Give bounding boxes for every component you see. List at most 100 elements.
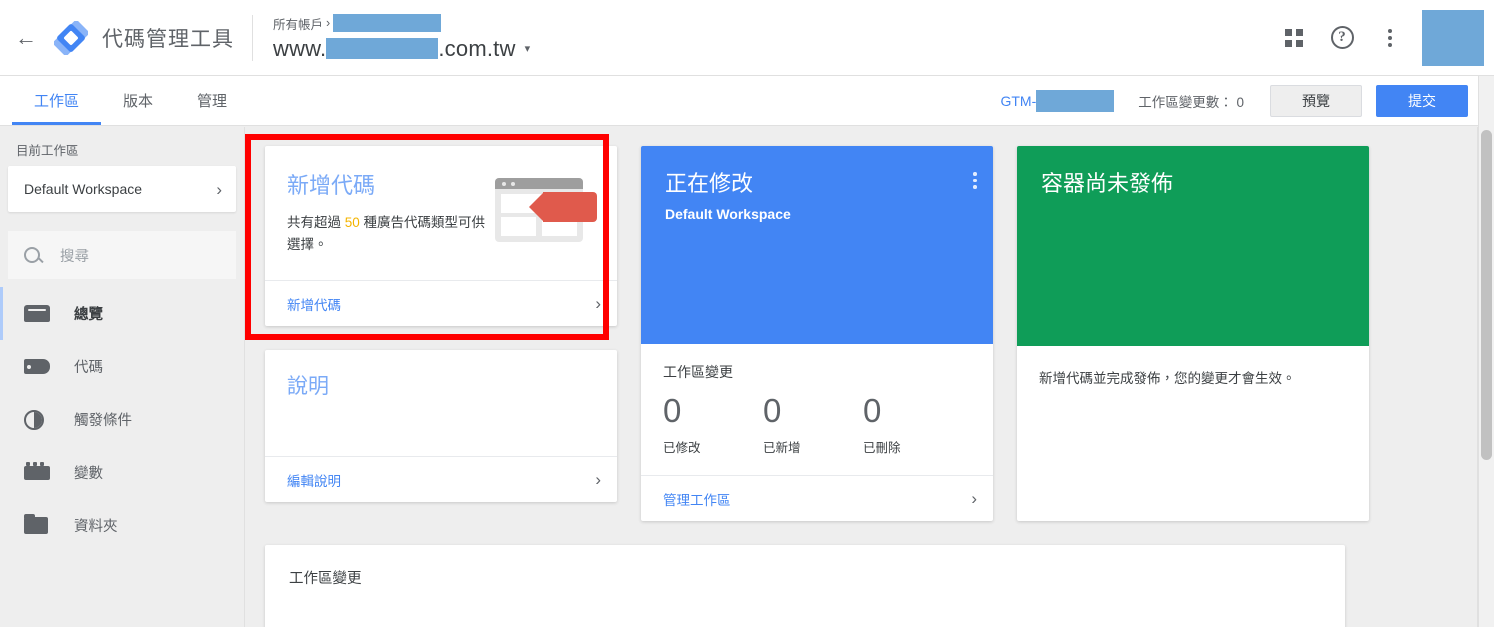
sidebar-item-label: 資料夾	[74, 519, 118, 535]
current-workspace-label: 目前工作區	[16, 144, 79, 158]
workspace-hero: 正在修改 Default Workspace	[641, 146, 993, 344]
sidebar-nav: 總覽 代碼 觸發條件 變數 資料夾	[0, 287, 244, 552]
stat-deleted: 0 已刪除	[863, 392, 963, 456]
gtm-id-prefix: GTM-	[1000, 92, 1037, 109]
workspace-stats-heading: 工作區變更	[663, 364, 733, 380]
workspace-hero-subtitle: Default Workspace	[665, 206, 791, 222]
product-title: 代碼管理工具	[102, 27, 234, 51]
manage-workspace-label: 管理工作區	[663, 492, 731, 508]
browser-window-with-tag-icon	[495, 178, 597, 244]
tab-list: 工作區 版本 管理	[0, 76, 249, 125]
tab-bar-actions: GTM- 工作區變更數： 0 預覽 提交	[1000, 76, 1494, 125]
publish-hero: 容器尚未發佈	[1017, 146, 1369, 346]
add-tag-card[interactable]: 新增代碼 共有超過 50 種廣告代碼類型可供選擇。 新增代碼 ›	[265, 146, 617, 326]
edit-description-label: 編輯說明	[287, 473, 341, 489]
account-label: 所有帳戶	[273, 17, 324, 32]
back-button[interactable]: ←	[0, 0, 52, 76]
gtm-id-redacted	[1036, 89, 1115, 112]
tab-versions[interactable]: 版本	[101, 76, 175, 125]
publish-hero-title: 容器尚未發佈	[1041, 171, 1174, 196]
chevron-right-icon: ›	[595, 470, 601, 489]
overview-icon	[24, 305, 52, 322]
add-tag-title: 新增代碼	[287, 173, 376, 198]
apps-grid-icon	[1285, 28, 1303, 47]
apps-button[interactable]	[1270, 0, 1318, 76]
column-middle: 正在修改 Default Workspace 工作區變更 0 已修改 0 已新增…	[641, 146, 993, 521]
chevron-right-icon: ›	[216, 179, 222, 199]
manage-workspace-link[interactable]: 管理工作區 ›	[641, 475, 993, 521]
sidebar-item-triggers[interactable]: 觸發條件	[0, 393, 244, 446]
container-name: www. .com.tw ▾	[273, 36, 530, 62]
workspace-stat-row: 0 已修改 0 已新增 0 已刪除	[663, 392, 971, 456]
chevron-down-icon[interactable]: ▾	[525, 42, 531, 55]
column-right: 容器尚未發佈 新增代碼並完成發佈，您的變更才會生效。	[1017, 146, 1369, 521]
arrow-left-icon: ←	[15, 24, 37, 50]
avatar[interactable]	[1422, 9, 1484, 66]
account-name-redacted	[333, 14, 442, 32]
scrollbar-thumb[interactable]	[1481, 130, 1492, 460]
tab-admin[interactable]: 管理	[175, 76, 249, 125]
app-header: ← 代碼管理工具 所有帳戶 › www. .com.tw ▾ ?	[0, 0, 1494, 76]
sidebar-item-overview[interactable]: 總覽	[0, 287, 244, 340]
vertical-scrollbar[interactable]	[1478, 76, 1494, 627]
search-input[interactable]: 搜尋	[8, 231, 236, 279]
workspace-name: Default Workspace	[24, 181, 143, 197]
more-vert-icon	[1388, 28, 1392, 47]
add-tag-description: 共有超過 50 種廣告代碼類型可供選擇。	[287, 212, 495, 257]
add-tag-body: 新增代碼 共有超過 50 種廣告代碼類型可供選擇。	[265, 146, 617, 280]
folder-icon	[24, 513, 52, 534]
workspace-hero-text: 正在修改 Default Workspace	[665, 166, 973, 344]
add-tag-footer-link[interactable]: 新增代碼 ›	[265, 280, 617, 326]
add-tag-desc-before: 共有超過	[287, 215, 345, 230]
workspace-changes-count: 工作區變更數： 0	[1138, 94, 1244, 110]
submit-button[interactable]: 提交	[1376, 84, 1468, 117]
workspace-stats: 工作區變更 0 已修改 0 已新增 0 已刪除	[641, 344, 993, 475]
more-options-button[interactable]	[1366, 0, 1414, 76]
help-circle-icon: ?	[1330, 26, 1354, 49]
brand-area[interactable]: 代碼管理工具	[52, 19, 234, 56]
container-selector[interactable]: 所有帳戶 › www. .com.tw ▾	[273, 14, 530, 62]
cards-row: 新增代碼 共有超過 50 種廣告代碼類型可供選擇。 新增代碼 › 說明 編輯說明…	[246, 127, 1478, 521]
description-title: 說明	[287, 375, 329, 398]
tab-bar: 工作區 版本 管理 GTM- 工作區變更數： 0 預覽 提交	[0, 76, 1494, 126]
workspace-card-menu-button[interactable]	[973, 166, 977, 344]
edit-description-link[interactable]: 編輯說明 ›	[265, 456, 617, 502]
header-actions: ?	[1270, 0, 1494, 76]
container-suffix: .com.tw	[438, 35, 516, 61]
sidebar: 目前工作區 Default Workspace › 搜尋 總覽 代碼 觸發條件	[0, 127, 245, 627]
sidebar-item-variables[interactable]: 變數	[0, 446, 244, 499]
variable-icon	[24, 461, 52, 480]
search-icon	[24, 247, 40, 263]
app-root: ← 代碼管理工具 所有帳戶 › www. .com.tw ▾ ? 工作區 版本 …	[0, 0, 1494, 627]
container-name-redacted	[326, 38, 439, 59]
workspace-selector[interactable]: Default Workspace ›	[8, 166, 236, 212]
more-vert-icon	[973, 172, 977, 176]
stat-label: 已刪除	[863, 440, 901, 455]
trigger-icon	[24, 409, 52, 430]
description-body: 說明	[265, 350, 617, 456]
workspace-changes-card: 工作區變更	[265, 545, 1345, 627]
gtm-container-id[interactable]: GTM-	[1000, 89, 1115, 112]
stat-label: 已新增	[763, 440, 801, 455]
publish-body-text: 新增代碼並完成發佈，您的變更才會生效。	[1039, 371, 1296, 386]
chevron-right-icon: ›	[971, 489, 977, 508]
stat-modified: 0 已修改	[663, 392, 763, 456]
tag-manager-logo-icon	[53, 19, 89, 56]
sidebar-item-label: 代碼	[74, 360, 103, 376]
tag-icon	[24, 359, 52, 374]
stat-value: 0	[663, 392, 682, 429]
header-divider	[252, 14, 253, 61]
sidebar-item-label: 總覽	[74, 307, 103, 323]
sidebar-item-folders[interactable]: 資料夾	[0, 499, 244, 552]
publish-status-card: 容器尚未發佈 新增代碼並完成發佈，您的變更才會生效。	[1017, 146, 1369, 521]
search-placeholder: 搜尋	[60, 248, 89, 265]
sidebar-item-label: 觸發條件	[74, 413, 132, 429]
tab-workspace[interactable]: 工作區	[12, 76, 102, 125]
stat-value: 0	[863, 392, 882, 429]
help-button[interactable]: ?	[1318, 0, 1366, 76]
sidebar-item-tags[interactable]: 代碼	[0, 340, 244, 393]
description-card: 說明 編輯說明 ›	[265, 350, 617, 502]
preview-button[interactable]: 預覽	[1270, 84, 1362, 117]
stat-label: 已修改	[663, 440, 701, 455]
add-tag-link-label: 新增代碼	[287, 297, 341, 313]
